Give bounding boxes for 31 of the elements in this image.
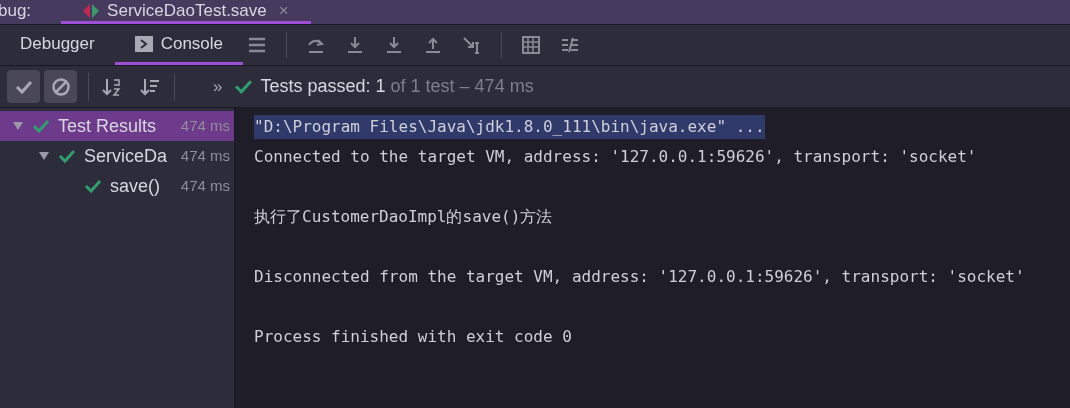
test-duration: 474 ms bbox=[180, 175, 230, 196]
check-icon bbox=[32, 117, 50, 135]
check-icon bbox=[58, 147, 76, 165]
caret-icon[interactable] bbox=[12, 120, 24, 132]
sort-duration-icon[interactable] bbox=[138, 76, 160, 97]
menu-icon[interactable] bbox=[247, 35, 268, 55]
check-icon bbox=[234, 77, 254, 96]
test-name: Test Results bbox=[58, 115, 157, 136]
check-icon bbox=[84, 177, 102, 195]
run-config-icon bbox=[83, 3, 100, 18]
test-name: ServiceDa bbox=[84, 145, 168, 166]
tree-item[interactable]: Test Results 474 ms bbox=[0, 111, 234, 141]
test-name: save() bbox=[110, 175, 160, 196]
panel-tab[interactable]: Debugger bbox=[0, 25, 115, 65]
test-duration: 474 ms bbox=[180, 115, 230, 136]
sort-alphabetical-icon[interactable] bbox=[100, 76, 122, 97]
calculator-icon[interactable] bbox=[521, 35, 542, 55]
test-status: Tests passed: 1 of 1 test – 474 ms bbox=[260, 75, 534, 98]
no-entry-icon bbox=[50, 76, 71, 97]
tree-item[interactable]: save() 474 ms bbox=[0, 171, 234, 201]
caret-icon[interactable] bbox=[38, 150, 50, 162]
console-line: Process finished with exit code 0 bbox=[254, 326, 572, 348]
show-passed-button[interactable] bbox=[7, 70, 40, 103]
trace-icon[interactable] bbox=[560, 35, 581, 55]
console-line: Disconnected from the target VM, address: '127.0.0.1:59626', transport: 'socket' bbox=[254, 266, 1025, 288]
console-line: Connected to the target VM, address: '127.0.0.1:59626', transport: 'socket' bbox=[254, 146, 977, 168]
tree-item[interactable]: ServiceDa 474 ms bbox=[0, 141, 234, 171]
expand-toolbar-button[interactable]: » bbox=[213, 73, 223, 100]
show-ignored-button[interactable] bbox=[44, 70, 77, 103]
test-duration: 474 ms bbox=[180, 145, 230, 166]
console-line: 执行了CustomerDaoImpl的save()方法 bbox=[254, 206, 553, 228]
